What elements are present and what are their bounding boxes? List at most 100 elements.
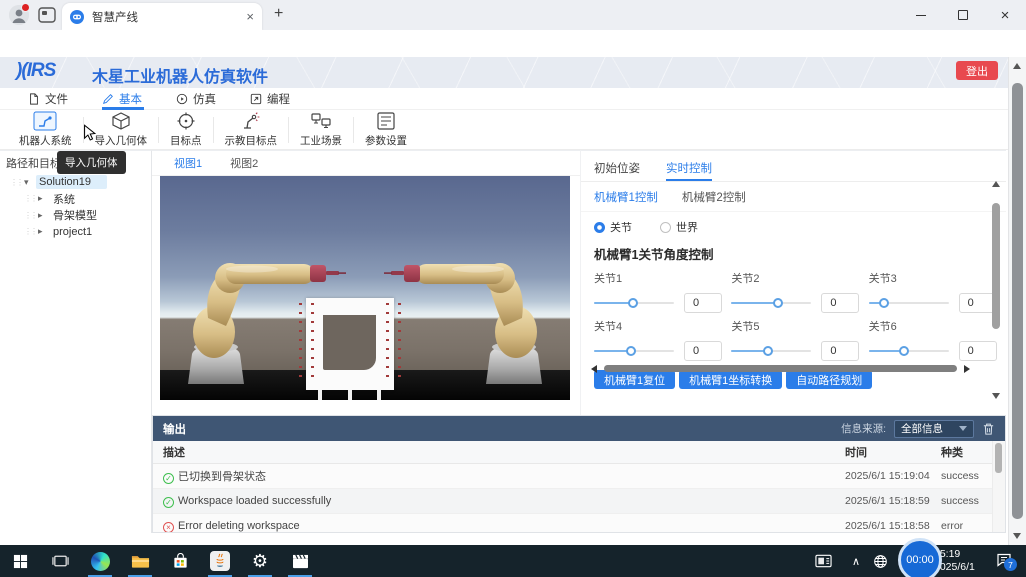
joint-slider[interactable] [731, 297, 811, 309]
row-time: 2025/6/1 15:19:04 [845, 470, 941, 482]
drag-handle-icon[interactable]: ⋮⋮ [10, 178, 20, 187]
menu-item-2[interactable]: 仿真 [176, 88, 216, 110]
output-scrollbar[interactable] [992, 441, 1005, 532]
toolbar-item-3[interactable]: 示教目标点 [214, 111, 289, 148]
slider-thumb[interactable] [626, 346, 636, 356]
view-tab-1[interactable]: 视图2 [216, 151, 272, 175]
radio-icon[interactable] [594, 222, 605, 233]
scroll-right-icon[interactable] [964, 365, 970, 373]
slider-thumb[interactable] [628, 298, 638, 308]
workspaces-icon[interactable] [38, 7, 56, 23]
slider-thumb[interactable] [899, 346, 909, 356]
menu-item-0[interactable]: 文件 [28, 88, 68, 110]
source-select[interactable]: 全部信息 [894, 420, 974, 438]
slider-thumb[interactable] [763, 346, 773, 356]
page-scroll-thumb[interactable] [1012, 83, 1023, 519]
joint-slider[interactable] [869, 345, 949, 357]
taskbar-clock[interactable]: 15:19 2025/6/1 [934, 548, 992, 574]
drag-handle-icon[interactable]: ⋮⋮ [24, 194, 34, 203]
tab-close-icon[interactable]: × [246, 10, 254, 23]
page-scroll-up-icon[interactable] [1013, 63, 1021, 69]
toolbar-item-4[interactable]: 工业场景 [289, 111, 353, 148]
horizontal-scrollbar[interactable] [591, 363, 970, 374]
panel-scrollbar[interactable] [990, 181, 1002, 399]
view-tab-0[interactable]: 视图1 [160, 151, 216, 175]
output-row-1: ✓Workspace loaded successfully 2025/6/1 … [153, 489, 1005, 514]
joint-slider[interactable] [594, 297, 674, 309]
caret-right-icon[interactable]: ▸ [38, 210, 46, 221]
taskbar-settings-icon[interactable]: ⚙ [240, 545, 280, 577]
taskbar-store-icon[interactable] [160, 545, 200, 577]
industrial-scene-icon [310, 111, 332, 131]
menu-item-1[interactable]: 基本 [102, 88, 142, 110]
tree-node-2[interactable]: ⋮⋮ ▸ project1 [0, 224, 151, 241]
page-scrollbar[interactable] [1008, 57, 1026, 545]
tree-node-root[interactable]: ⋮⋮ ▾ Solution19 [0, 174, 151, 191]
control-tab-0[interactable]: 初始位姿 [594, 160, 640, 181]
joint-value-input[interactable]: 0 [684, 293, 722, 313]
joint-label: 关节2 [731, 270, 860, 286]
joint-value-input[interactable]: 0 [821, 293, 859, 313]
page-scroll-down-icon[interactable] [1013, 533, 1021, 539]
joint-slider[interactable] [869, 297, 949, 309]
slider-thumb[interactable] [773, 298, 783, 308]
v-scroll-thumb[interactable] [992, 203, 1000, 329]
row-time: 2025/6/1 15:18:59 [845, 495, 941, 507]
caret-down-icon[interactable]: ▾ [24, 177, 32, 188]
control-tab-1[interactable]: 实时控制 [666, 160, 712, 181]
joint-slider[interactable] [731, 345, 811, 357]
slider-thumb[interactable] [879, 298, 889, 308]
tooltip: 导入几何体 [57, 151, 126, 174]
new-tab-icon[interactable]: + [274, 5, 283, 23]
taskbar-file-explorer-icon[interactable] [120, 545, 160, 577]
h-scroll-thumb[interactable] [604, 365, 957, 372]
news-tray-icon[interactable] [808, 545, 838, 577]
arm-tabs: 机械臂1控制 机械臂2控制 [581, 182, 1006, 212]
scroll-down-icon[interactable] [992, 393, 1000, 399]
arm-tab-1[interactable]: 机械臂2控制 [682, 189, 746, 205]
output-row-2: ×Error deleting workspace 2025/6/1 15:18… [153, 514, 1005, 533]
menu-item-3[interactable]: 编程 [250, 88, 290, 110]
taskbar-java-app-icon[interactable] [200, 545, 240, 577]
radio-icon[interactable] [660, 222, 671, 233]
notification-badge: 7 [1004, 558, 1017, 571]
joint-value-input[interactable]: 0 [821, 341, 859, 361]
clear-output-trash-icon[interactable] [982, 422, 995, 436]
window-restore-icon[interactable] [942, 0, 984, 30]
tree-node-0[interactable]: ⋮⋮ ▸ 系统 [0, 191, 151, 208]
drag-handle-icon[interactable]: ⋮⋮ [24, 227, 34, 236]
task-view-button[interactable] [40, 545, 80, 577]
hidden-icons-chevron[interactable]: ∧ [846, 545, 866, 577]
caret-right-icon[interactable]: ▸ [38, 193, 46, 204]
window-close-icon[interactable]: × [984, 0, 1026, 30]
recording-timer-overlay[interactable]: 00:00 [898, 538, 942, 577]
joint-value-input[interactable]: 0 [684, 341, 722, 361]
task-view-icon [52, 554, 69, 568]
logout-button[interactable]: 登出 [956, 61, 998, 80]
viewport-3d[interactable] [160, 176, 570, 400]
arm-tab-0[interactable]: 机械臂1控制 [594, 189, 658, 205]
mode-radio-0[interactable]: 关节 [594, 219, 632, 235]
browser-address-strip: ← ↻ localhost A ★ ☆ ⋯ [0, 30, 1026, 58]
drag-handle-icon[interactable]: ⋮⋮ [24, 211, 34, 220]
taskbar-video-app-icon[interactable] [280, 545, 320, 577]
browser-tab[interactable]: 智慧产线 × [62, 3, 262, 30]
joint-slider[interactable] [594, 345, 674, 357]
pen-icon [102, 93, 114, 105]
window-minimize-icon[interactable] [900, 0, 942, 30]
scroll-up-icon[interactable] [992, 181, 1000, 187]
toolbar-item-2[interactable]: 目标点 [159, 111, 213, 148]
cursor-arrow [83, 124, 99, 147]
toolbar-item-0[interactable]: 机器人系统 [8, 111, 83, 148]
network-icon[interactable] [868, 545, 892, 577]
scroll-left-icon[interactable] [591, 365, 597, 373]
start-button[interactable] [0, 545, 40, 577]
toolbar-item-label: 目标点 [170, 133, 202, 148]
profile-avatar-icon[interactable] [9, 5, 29, 25]
taskbar-edge-icon[interactable] [80, 545, 120, 577]
toolbar-item-5[interactable]: 参数设置 [354, 111, 418, 148]
output-column-headers: 描述时间种类 [153, 441, 1005, 464]
tree-node-1[interactable]: ⋮⋮ ▸ 骨架模型 [0, 207, 151, 224]
caret-right-icon[interactable]: ▸ [38, 226, 46, 237]
mode-radio-1[interactable]: 世界 [660, 219, 698, 235]
